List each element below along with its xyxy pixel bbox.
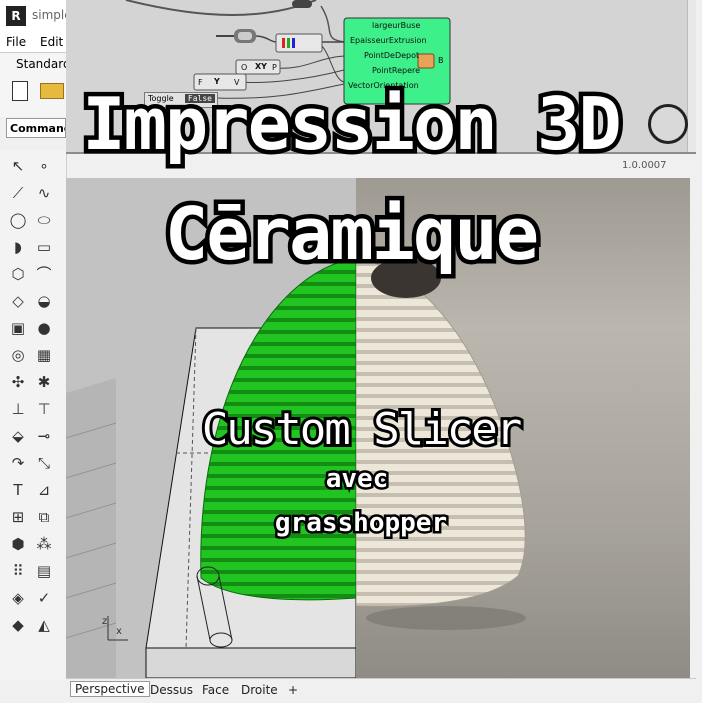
tab-face[interactable]: Face (202, 683, 229, 697)
explode-icon[interactable]: ✱ (34, 372, 54, 392)
gh-input-label: EpaisseurExtrusion (350, 36, 427, 45)
analyze-icon[interactable]: ◈ (8, 588, 28, 608)
viewport-tabbar: Perspective Dessus Face Droite + (66, 678, 696, 703)
overlay-grasshopper: grasshopper (272, 506, 449, 541)
overlay-title-line2: Cēramique (160, 188, 543, 281)
overlay-avec: avec (323, 462, 391, 497)
rhino-logo-icon: R (6, 6, 26, 26)
box-icon[interactable]: ▣ (8, 318, 28, 338)
mesh-icon[interactable]: ▦ (34, 345, 54, 365)
gh-xy-label: XY (255, 62, 267, 71)
gh-xy-in: O (241, 63, 248, 72)
sphere-icon[interactable]: ● (34, 318, 54, 338)
menu-file[interactable]: File (6, 35, 26, 49)
cylinder-icon[interactable]: ◎ (8, 345, 28, 365)
overlay-subtitle: Custom Slicer (199, 401, 525, 458)
surface-icon[interactable]: ◇ (8, 291, 28, 311)
gh-output-label: B (438, 56, 444, 65)
menu-bar: File Edit (0, 32, 66, 52)
axis-x-label: x (116, 626, 122, 637)
gh-xy-out: P (272, 63, 277, 72)
material-icon[interactable]: ◆ (8, 615, 28, 635)
grid-icon[interactable]: ⠿ (8, 561, 28, 581)
tab-dessus[interactable]: Dessus (150, 683, 193, 697)
tab-standard[interactable]: Standard (16, 57, 71, 71)
add-tab-icon[interactable]: + (288, 683, 298, 697)
check-icon[interactable]: ✓ (34, 588, 54, 608)
revolve-icon[interactable]: ◒ (34, 291, 54, 311)
axis-z-label: z (102, 616, 107, 627)
layer-icon[interactable]: ▤ (34, 561, 54, 581)
paint-icon[interactable]: ◭ (34, 615, 54, 635)
gh-input-label: PointRepere (372, 66, 421, 75)
tab-perspective[interactable]: Perspective (70, 681, 150, 697)
boolean-icon[interactable]: ✣ (8, 372, 28, 392)
tab-droite[interactable]: Droite (241, 683, 278, 697)
overlay-title-line1: Impression 3D (78, 78, 627, 171)
gh-input-label: PointDeDepot (364, 51, 420, 60)
menu-edit[interactable]: Edit (40, 35, 63, 49)
gh-input-label: largeurBuse (372, 21, 421, 30)
